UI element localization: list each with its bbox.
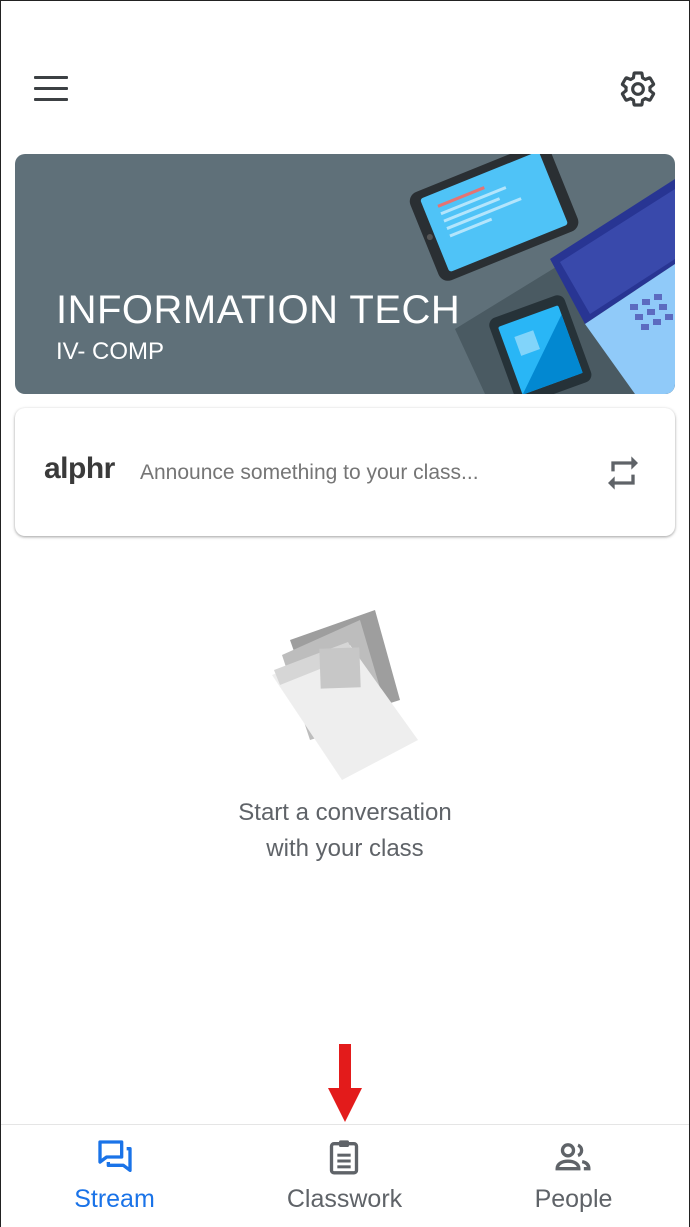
nav-tab-classwork[interactable]: Classwork [230,1125,459,1227]
class-section: IV- COMP [56,338,165,365]
empty-state-line2: with your class [266,835,424,862]
empty-stream-illustration [260,600,430,790]
announce-card[interactable]: alphr Announce something to your class..… [15,408,675,536]
nav-tab-people[interactable]: People [459,1125,688,1227]
bottom-navigation: Stream Classwork People [1,1124,689,1227]
empty-state-line1: Start a conversation [238,799,452,826]
gear-icon[interactable] [618,69,658,109]
people-icon [555,1143,591,1171]
empty-state-message: Start a conversation with your class [145,795,545,867]
hamburger-menu-icon[interactable] [34,76,70,104]
stream-icon [98,1140,132,1172]
repost-icon[interactable] [603,453,643,493]
nav-label-stream: Stream [74,1185,155,1213]
class-title: INFORMATION TECH [56,288,461,332]
user-avatar-logo: alphr [44,452,115,485]
nav-tab-stream[interactable]: Stream [1,1125,230,1227]
clipboard-icon [329,1140,359,1175]
nav-label-classwork: Classwork [286,1185,403,1213]
nav-label-people: People [534,1185,613,1213]
class-banner[interactable]: INFORMATION TECH IV- COMP [15,154,675,394]
annotation-arrow-icon [328,1044,362,1122]
announce-input[interactable]: Announce something to your class... [140,461,479,485]
